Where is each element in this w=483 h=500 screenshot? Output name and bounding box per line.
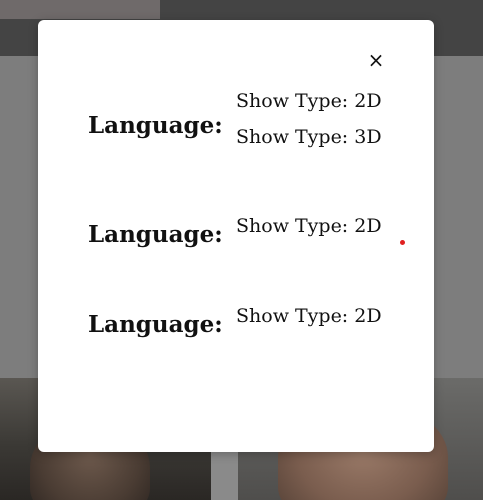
show-type-option[interactable]: Show Type: 2D <box>236 215 382 237</box>
language-label: Language: <box>88 221 223 248</box>
show-type-option[interactable]: Show Type: 3D <box>236 126 382 148</box>
close-icon[interactable]: × <box>364 48 388 72</box>
language-label: Language: <box>88 112 223 139</box>
top-bar-tab[interactable] <box>0 0 160 19</box>
show-type-option[interactable]: Show Type: 2D <box>236 90 382 112</box>
page: × Language: Show Type: 2D Show Type: 3D … <box>0 0 483 500</box>
showtimes-modal: × Language: Show Type: 2D Show Type: 3D … <box>38 20 434 452</box>
language-label: Language: <box>88 311 223 338</box>
cursor-dot <box>400 240 405 245</box>
show-type-option[interactable]: Show Type: 2D <box>236 305 382 327</box>
